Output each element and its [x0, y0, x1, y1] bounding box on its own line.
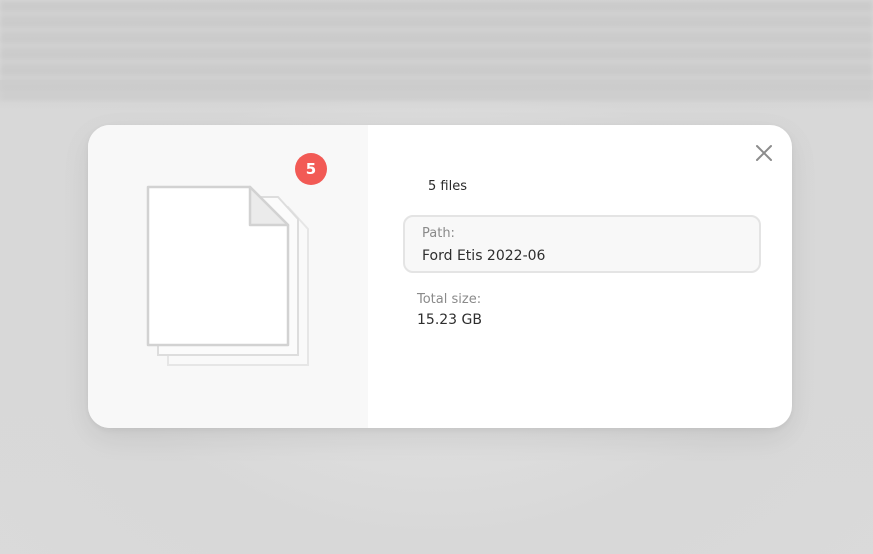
info-pane: 5 files Path: Ford Etis 2022-06 Total si… — [368, 125, 792, 428]
file-count-badge: 5 — [295, 153, 327, 185]
file-stack-icon — [146, 185, 326, 375]
file-info-dialog: 5 5 files Path: Ford Etis 2022-06 Total … — [88, 125, 792, 428]
background-header-fade — [0, 80, 873, 110]
total-size-label: Total size: — [417, 292, 482, 307]
close-button[interactable] — [752, 141, 776, 165]
path-label: Path: — [422, 226, 455, 241]
preview-pane: 5 — [88, 125, 368, 428]
path-field[interactable]: Path: Ford Etis 2022-06 — [403, 215, 761, 273]
total-size-value: 15.23 GB — [417, 312, 482, 328]
total-size-block: Total size: 15.23 GB — [417, 291, 482, 330]
close-icon — [756, 145, 772, 161]
path-value: Ford Etis 2022-06 — [422, 248, 546, 264]
files-count-label: 5 files — [428, 179, 467, 194]
